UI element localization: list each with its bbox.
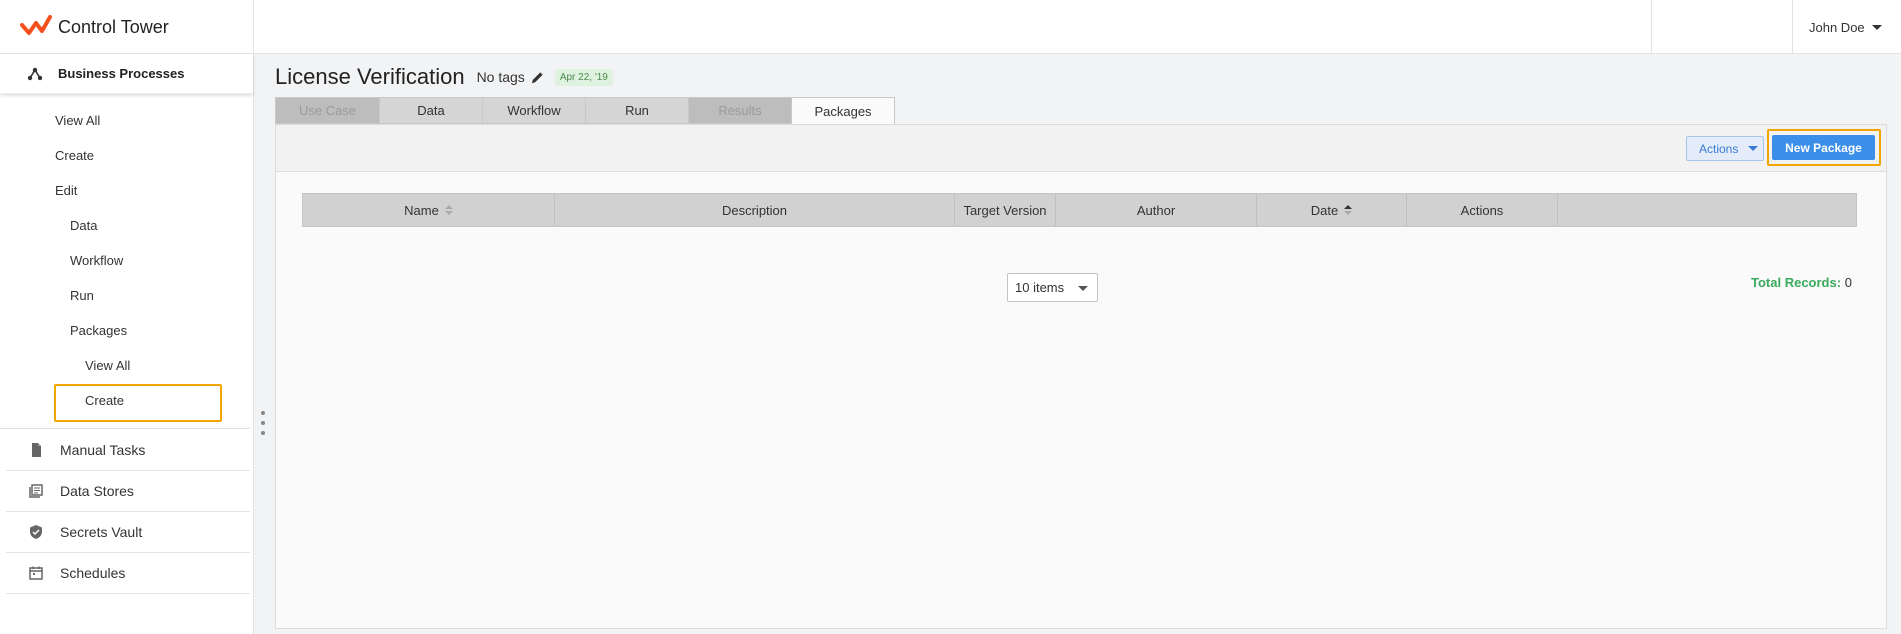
actions-label: Actions: [1699, 141, 1739, 156]
tab-data[interactable]: Data: [379, 97, 482, 124]
sidebar-resize-handle[interactable]: [260, 411, 266, 435]
sort-icon: [1344, 205, 1353, 215]
calendar-icon: [29, 566, 43, 580]
user-name: John Doe: [1809, 19, 1865, 35]
sidebar-item-workflow[interactable]: Workflow: [0, 243, 253, 278]
column-header-date[interactable]: Date: [1257, 194, 1407, 226]
column-label: Actions: [1460, 202, 1504, 218]
column-header-description: Description: [555, 194, 955, 226]
sidebar-item-view-all[interactable]: View All: [0, 103, 253, 138]
sidebar-section-business-processes[interactable]: Business Processes: [0, 54, 253, 94]
sidebar-item-run[interactable]: Run: [0, 278, 253, 313]
logo-icon: [20, 15, 52, 35]
user-menu[interactable]: John Doe: [1792, 0, 1901, 54]
stack-icon: [29, 484, 43, 498]
new-package-button[interactable]: New Package: [1772, 135, 1875, 160]
date-badge: Apr 22, '19: [554, 68, 613, 86]
sidebar-sub-nav: View All Create Edit Data Workflow Run P…: [0, 94, 253, 418]
sidebar-item-create[interactable]: Create: [0, 138, 253, 173]
actions-dropdown-button[interactable]: Actions: [1686, 136, 1764, 161]
sidebar-item-schedules[interactable]: Schedules: [6, 553, 250, 594]
column-label: Author: [1136, 202, 1176, 218]
top-bar-spacer: [1651, 0, 1792, 54]
page-size-select[interactable]: 10 items: [1007, 273, 1098, 302]
toolbar: Actions New Package: [276, 125, 1886, 172]
total-records: Total Records: 0: [1751, 275, 1852, 290]
tab-run[interactable]: Run: [585, 97, 688, 124]
packages-panel: Actions New Package Name Description Tar…: [275, 124, 1887, 629]
column-header-author: Author: [1056, 194, 1257, 226]
pencil-icon[interactable]: [530, 70, 545, 85]
hierarchy-icon: [27, 67, 43, 80]
chevron-down-icon: [1748, 146, 1759, 151]
total-records-value: 0: [1844, 275, 1852, 290]
sidebar-item-data[interactable]: Data: [0, 208, 253, 243]
highlight-box: [54, 384, 222, 422]
tab-results[interactable]: Results: [688, 97, 791, 124]
column-header-actions: Actions: [1407, 194, 1558, 226]
page-size-value: 10 items: [1015, 280, 1065, 295]
sort-icon: [444, 205, 453, 215]
chevron-down-icon: [1078, 286, 1088, 291]
column-header-filler: [1558, 194, 1856, 226]
column-header-target-version: Target Version: [955, 194, 1056, 226]
page-header: License Verification No tags Apr 22, '19: [275, 62, 613, 92]
sidebar-item-label: Schedules: [60, 565, 126, 581]
column-label: Name: [404, 202, 439, 218]
tags-label: No tags: [476, 69, 525, 85]
column-label: Description: [721, 202, 788, 218]
sidebar-item-label: Manual Tasks: [60, 442, 146, 458]
tab-use-case[interactable]: Use Case: [275, 97, 379, 124]
sidebar-item-packages[interactable]: Packages: [0, 313, 253, 348]
brand[interactable]: Control Tower: [0, 0, 254, 54]
handle-dot: [261, 411, 265, 415]
tags[interactable]: No tags: [477, 69, 545, 85]
sidebar-item-manual-tasks[interactable]: Manual Tasks: [6, 430, 250, 471]
total-records-label: Total Records:: [1751, 275, 1842, 290]
tab-workflow[interactable]: Workflow: [482, 97, 585, 124]
tab-packages[interactable]: Packages: [791, 97, 895, 125]
sidebar-item-edit[interactable]: Edit: [0, 173, 253, 208]
top-bar: Control Tower John Doe: [0, 0, 1901, 54]
tab-bar: Use Case Data Workflow Run Results Packa…: [275, 97, 895, 125]
sidebar-divider: [0, 428, 250, 429]
sidebar-item-label: Secrets Vault: [60, 524, 143, 540]
handle-dot: [261, 421, 265, 425]
column-header-name[interactable]: Name: [303, 194, 555, 226]
sidebar: Business Processes View All Create Edit …: [0, 54, 254, 634]
sidebar-main-nav: Manual Tasks Data Stores Secrets Vault S…: [6, 430, 250, 594]
shield-icon: [30, 525, 42, 539]
sidebar-section-label: Business Processes: [58, 66, 185, 81]
chevron-down-icon: [1871, 24, 1882, 30]
packages-table-header: Name Description Target Version Author D…: [302, 193, 1857, 227]
app-title: Control Tower: [58, 16, 169, 37]
column-label: Target Version: [963, 202, 1047, 218]
sidebar-item-data-stores[interactable]: Data Stores: [6, 471, 250, 512]
sidebar-item-secrets-vault[interactable]: Secrets Vault: [6, 512, 250, 553]
sidebar-item-packages-view-all[interactable]: View All: [0, 348, 253, 383]
column-label: Date: [1310, 202, 1339, 218]
sidebar-item-label: Data Stores: [60, 483, 134, 499]
handle-dot: [261, 431, 265, 435]
page-title: License Verification: [275, 64, 465, 89]
document-icon: [32, 443, 41, 457]
